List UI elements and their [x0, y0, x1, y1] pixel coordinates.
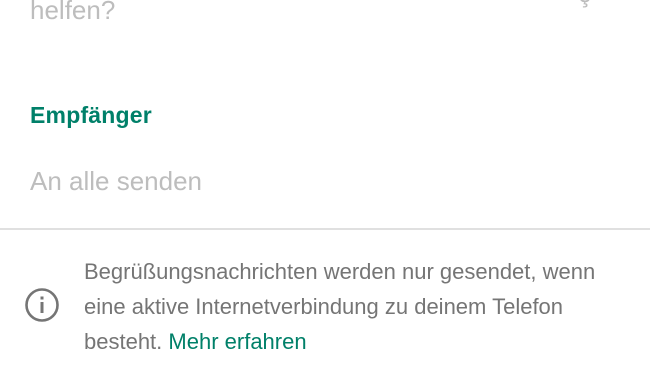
- info-icon: [25, 288, 59, 322]
- message-preview-text[interactable]: helfen?: [30, 0, 115, 28]
- recipients-value: An alle senden: [30, 166, 203, 196]
- learn-more-link[interactable]: Mehr erfahren: [168, 329, 306, 354]
- recipients-section-label: Empfänger: [30, 102, 152, 128]
- info-notice-text: Begrüßungsnachrichten werden nur gesende…: [84, 259, 596, 354]
- info-notice: Begrüßungsnachrichten werden nur gesende…: [84, 254, 624, 359]
- welcome-message-settings: ç helfen? Empfänger An alle senden Begrü…: [0, 0, 650, 366]
- cut-off-glyph: ç: [578, 0, 591, 6]
- recipients-selector[interactable]: An alle senden: [0, 158, 650, 210]
- divider: [0, 228, 650, 230]
